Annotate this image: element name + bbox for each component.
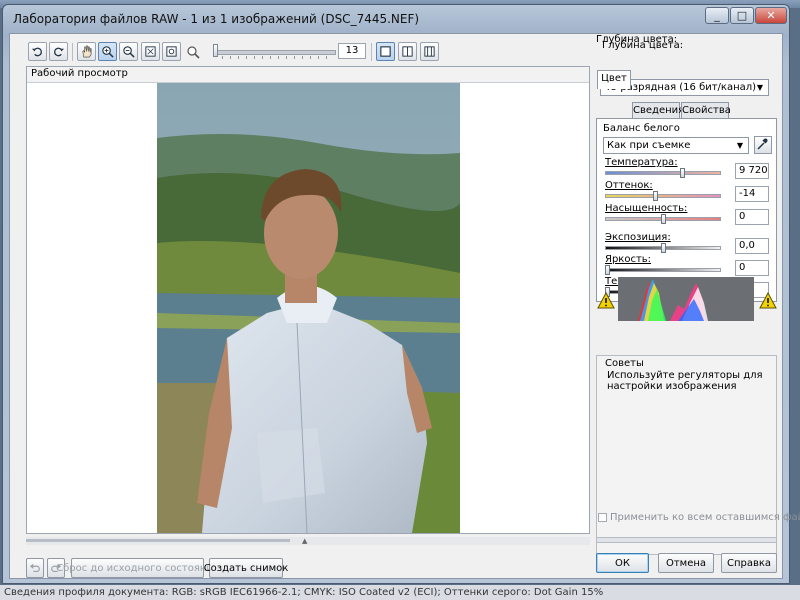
status-bar: Сведения профиля документа: RGB: sRGB IE… <box>0 585 800 600</box>
tab-properties[interactable]: Свойства <box>681 102 731 118</box>
rotate-right-icon <box>54 47 65 57</box>
histogram-graph <box>638 279 708 321</box>
tab-color[interactable]: Цвет <box>597 70 631 89</box>
zoom-in-icon <box>102 46 114 58</box>
slider-label: Оттенок: <box>605 180 653 191</box>
eyedropper-button[interactable] <box>754 136 772 154</box>
zoom-slider-ticks <box>222 56 334 59</box>
zoom-out-icon <box>123 46 135 58</box>
slider-value-field[interactable]: 0 <box>735 260 769 276</box>
apply-all-checkbox[interactable] <box>598 513 607 522</box>
zoom-value-field[interactable]: 13 <box>338 43 366 59</box>
eyedropper-icon <box>757 138 768 150</box>
slider-value-field[interactable]: 0 <box>735 209 769 225</box>
preview-header: Рабочий просмотр <box>27 67 589 83</box>
single-view-icon <box>380 46 391 57</box>
cancel-button[interactable]: Отмена <box>658 553 714 573</box>
fit-to-window-button[interactable] <box>141 42 160 61</box>
apply-all-checkbox-row[interactable]: Применить ко всем оставшимся файлам <box>598 512 800 523</box>
histogram <box>618 277 754 321</box>
zoom-out-tool-button[interactable] <box>119 42 138 61</box>
split-view-button[interactable] <box>398 42 417 61</box>
chevron-down-icon: ▼ <box>736 141 744 150</box>
tab-info[interactable]: Сведения <box>632 102 684 118</box>
slider-thumb[interactable] <box>660 243 666 253</box>
undo-icon <box>29 563 40 573</box>
scroll-grip-icon: ▲ <box>302 537 308 545</box>
color-depth-heading: Глубина цвета: <box>596 34 678 45</box>
rotate-left-icon <box>31 47 42 57</box>
actual-size-button[interactable] <box>162 42 181 61</box>
chevron-down-icon: ▼ <box>756 83 764 92</box>
shadow-clipping-warning-icon[interactable] <box>597 291 615 309</box>
zoom-level-button[interactable] <box>186 45 202 61</box>
white-balance-select[interactable]: Как при съемке ▼ <box>603 137 749 154</box>
color-tab-panel: Баланс белого Как при съемке ▼ Температу… <box>596 118 777 302</box>
white-balance-value: Как при съемке <box>607 140 691 151</box>
highlight-clipping-warning-icon[interactable] <box>759 291 777 309</box>
slider-label: Температура: <box>605 157 678 168</box>
right-panel-footer-bar <box>596 537 777 543</box>
split-view-alt-icon <box>424 46 435 57</box>
preview-label: Рабочий просмотр <box>31 68 128 79</box>
slider-value-field[interactable]: -14 <box>735 186 769 202</box>
split-view-icon <box>402 46 413 57</box>
split-view-alt-button[interactable] <box>420 42 439 61</box>
slider-thumb[interactable] <box>605 265 610 275</box>
window-title: Лаборатория файлов RAW - 1 из 1 изображе… <box>13 12 420 26</box>
slider-value-field[interactable]: 9 720 <box>735 163 769 179</box>
undo-button[interactable] <box>26 558 44 578</box>
slider-track[interactable] <box>605 194 721 198</box>
slider-track[interactable] <box>605 171 721 175</box>
slider-thumb[interactable] <box>680 168 686 178</box>
tips-panel: Советы Используйте регуляторы для настро… <box>596 355 777 555</box>
actual-size-icon <box>166 46 177 57</box>
tips-text: Используйте регуляторы для настройки изо… <box>607 370 763 392</box>
zoom-slider-track[interactable] <box>216 50 336 55</box>
maximize-button[interactable]: □ <box>730 7 754 24</box>
toolbar-separator <box>72 43 73 61</box>
rotate-left-button[interactable] <box>28 42 47 61</box>
tips-title: Советы <box>605 358 644 369</box>
hand-tool-button[interactable] <box>77 42 96 61</box>
toolbar-separator <box>371 43 372 61</box>
slider-label: Яркость: <box>605 254 652 265</box>
slider-track[interactable] <box>605 268 721 272</box>
fit-icon <box>145 46 156 57</box>
reset-button[interactable]: Сброс до исходного состояния <box>56 558 219 578</box>
apply-all-label: Применить ко всем оставшимся файлам <box>610 512 800 523</box>
scrollbar-thumb[interactable] <box>26 539 290 542</box>
minimize-button[interactable]: _ <box>705 7 729 24</box>
close-button[interactable]: ✕ <box>755 7 787 24</box>
zoom-icon <box>187 46 200 59</box>
white-balance-label: Баланс белого <box>603 123 680 134</box>
preview-horizontal-scrollbar[interactable]: ▲ <box>26 537 590 545</box>
single-view-button[interactable] <box>376 42 395 61</box>
create-snapshot-button[interactable]: Создать снимок <box>204 558 288 578</box>
slider-thumb[interactable] <box>660 214 666 224</box>
zoom-in-tool-button[interactable] <box>98 42 117 61</box>
slider-label: Экспозиция: <box>605 232 671 243</box>
slider-thumb[interactable] <box>652 191 658 201</box>
help-button[interactable]: Справка <box>721 553 777 573</box>
preview-photo[interactable] <box>157 83 460 533</box>
zoom-slider-thumb[interactable] <box>213 44 218 57</box>
photo-image <box>157 83 460 533</box>
slider-value-field[interactable]: 0,0 <box>735 238 769 254</box>
slider-label: Насыщенность: <box>605 203 688 214</box>
preview-pane[interactable]: Рабочий просмотр <box>26 66 590 534</box>
ok-button[interactable]: ОК <box>596 553 649 573</box>
hand-icon <box>82 45 92 58</box>
rotate-right-button[interactable] <box>49 42 68 61</box>
